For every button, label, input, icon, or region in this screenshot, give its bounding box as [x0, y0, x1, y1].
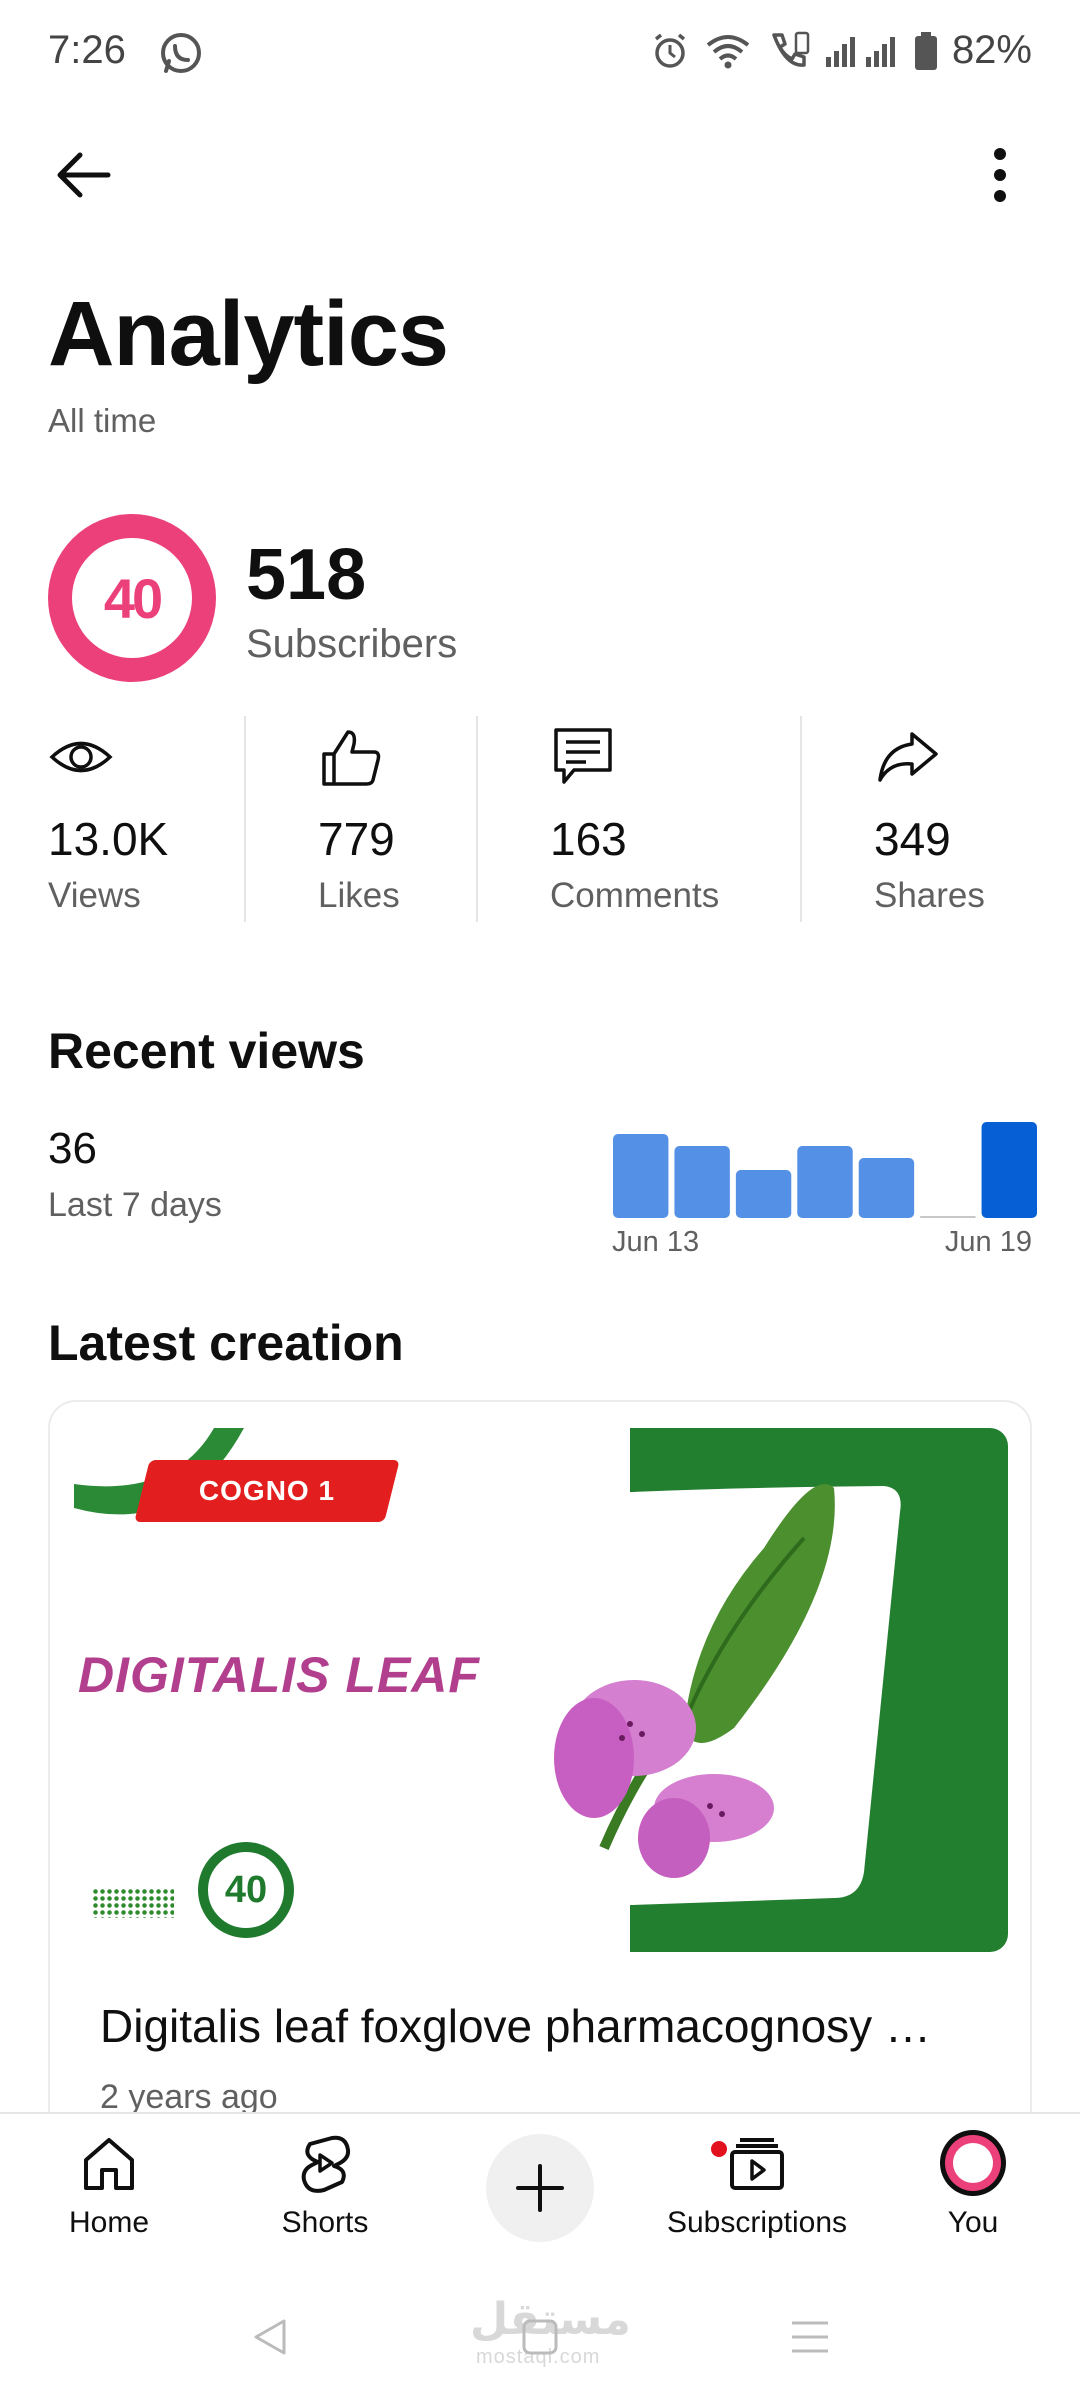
eye-icon — [49, 741, 113, 773]
status-bar: 7:26 82% — [0, 0, 1080, 100]
battery-icon — [914, 31, 938, 71]
nav-label: You — [947, 2206, 999, 2239]
back-button[interactable] — [44, 135, 124, 215]
battery-percent: 82% — [951, 28, 1032, 72]
stat-label: Likes — [318, 876, 400, 915]
chart-bar — [613, 1134, 669, 1218]
recent-views-title: Recent views — [48, 1023, 365, 1079]
share-icon — [878, 732, 938, 782]
thumbnail-dots — [92, 1888, 174, 1918]
system-back-button[interactable] — [230, 2302, 310, 2372]
call-icon — [766, 29, 810, 73]
system-nav-bar: مستقل mostaql.com — [0, 2272, 1080, 2400]
stat-label: Shares — [874, 876, 985, 915]
nav-home[interactable]: Home — [4, 2128, 214, 2258]
stats-row: 13.0K Views 779 Likes 163 Comments 349 S… — [0, 716, 1080, 922]
video-title[interactable]: Digitalis leaf foxglove pharmacognosy … — [100, 1999, 1000, 2053]
channel-avatar: 40 — [48, 514, 216, 682]
system-recents-button[interactable] — [770, 2302, 850, 2372]
recent-views-chart[interactable] — [610, 1110, 1040, 1220]
more-options-button[interactable] — [960, 135, 1040, 215]
subscribers-count: 518 — [246, 535, 367, 615]
thumbnail-tag: COGNO 1 — [198, 1475, 336, 1506]
chart-bar — [920, 1216, 976, 1218]
chart-bar — [858, 1158, 915, 1218]
create-button[interactable] — [486, 2134, 594, 2242]
nav-label: Home — [68, 2206, 150, 2239]
triangle-back-icon — [254, 2319, 286, 2355]
stat-value: 13.0K — [48, 813, 169, 865]
nav-subscriptions[interactable]: Subscriptions — [652, 2128, 862, 2258]
notification-dot — [708, 2138, 730, 2160]
thumbs-up-icon — [322, 730, 381, 786]
stat-value: 349 — [874, 813, 951, 865]
chart-bar — [674, 1146, 730, 1218]
alarm-icon — [650, 31, 690, 71]
wifi-icon — [704, 31, 752, 71]
status-time: 7:26 — [48, 28, 126, 72]
thumbnail-badge: 40 — [198, 1842, 294, 1938]
chart-bar — [981, 1122, 1037, 1218]
stat-label: Comments — [550, 876, 720, 915]
plus-icon — [516, 2164, 564, 2212]
divider — [244, 716, 246, 922]
page-title: Analytics — [48, 283, 449, 385]
divider — [800, 716, 802, 922]
chart-bar — [797, 1146, 853, 1218]
signal-icon — [824, 31, 900, 71]
subscribers-label: Subscribers — [246, 622, 458, 666]
status-icons: 82% — [650, 28, 1032, 73]
system-home-button[interactable] — [500, 2302, 580, 2372]
latest-video-card[interactable]: COGNO 1 DIGITALIS LEAF 40 Digitalis leaf… — [48, 1400, 1032, 2140]
stat-value: 779 — [318, 813, 395, 865]
square-home-icon — [522, 2319, 558, 2355]
stat-value: 163 — [550, 813, 627, 865]
avatar-icon — [938, 2128, 1008, 2198]
nav-you[interactable]: You — [868, 2128, 1078, 2258]
nav-label: Shorts — [281, 2206, 369, 2239]
shorts-icon — [290, 2128, 360, 2198]
chart-start-label: Jun 13 — [612, 1226, 700, 1258]
arrow-left-icon — [57, 152, 111, 198]
divider — [476, 716, 478, 922]
channel-avatar-text: 40 — [72, 538, 192, 658]
page-subtitle: All time — [48, 402, 157, 439]
more-vert-icon — [994, 148, 1006, 202]
recents-lines-icon — [792, 2321, 828, 2353]
chart-end-label: Jun 19 — [944, 1226, 1032, 1258]
bottom-nav: Home Shorts Subscriptions You — [0, 2112, 1080, 2272]
nav-shorts[interactable]: Shorts — [220, 2128, 430, 2258]
recent-views-period: Last 7 days — [48, 1186, 222, 1224]
subscriptions-icon — [708, 2128, 792, 2198]
nav-label: Subscriptions — [666, 2206, 848, 2239]
comment-icon — [554, 728, 612, 784]
home-icon — [74, 2128, 144, 2198]
whatsapp-icon — [158, 30, 204, 76]
stat-label: Views — [48, 876, 141, 915]
latest-creation-title: Latest creation — [48, 1315, 404, 1371]
chart-bar — [735, 1170, 792, 1218]
video-thumbnail[interactable]: COGNO 1 DIGITALIS LEAF 40 — [74, 1428, 1008, 1952]
thumbnail-headline: DIGITALIS LEAF — [78, 1647, 480, 1703]
recent-views-count: 36 — [48, 1124, 97, 1173]
